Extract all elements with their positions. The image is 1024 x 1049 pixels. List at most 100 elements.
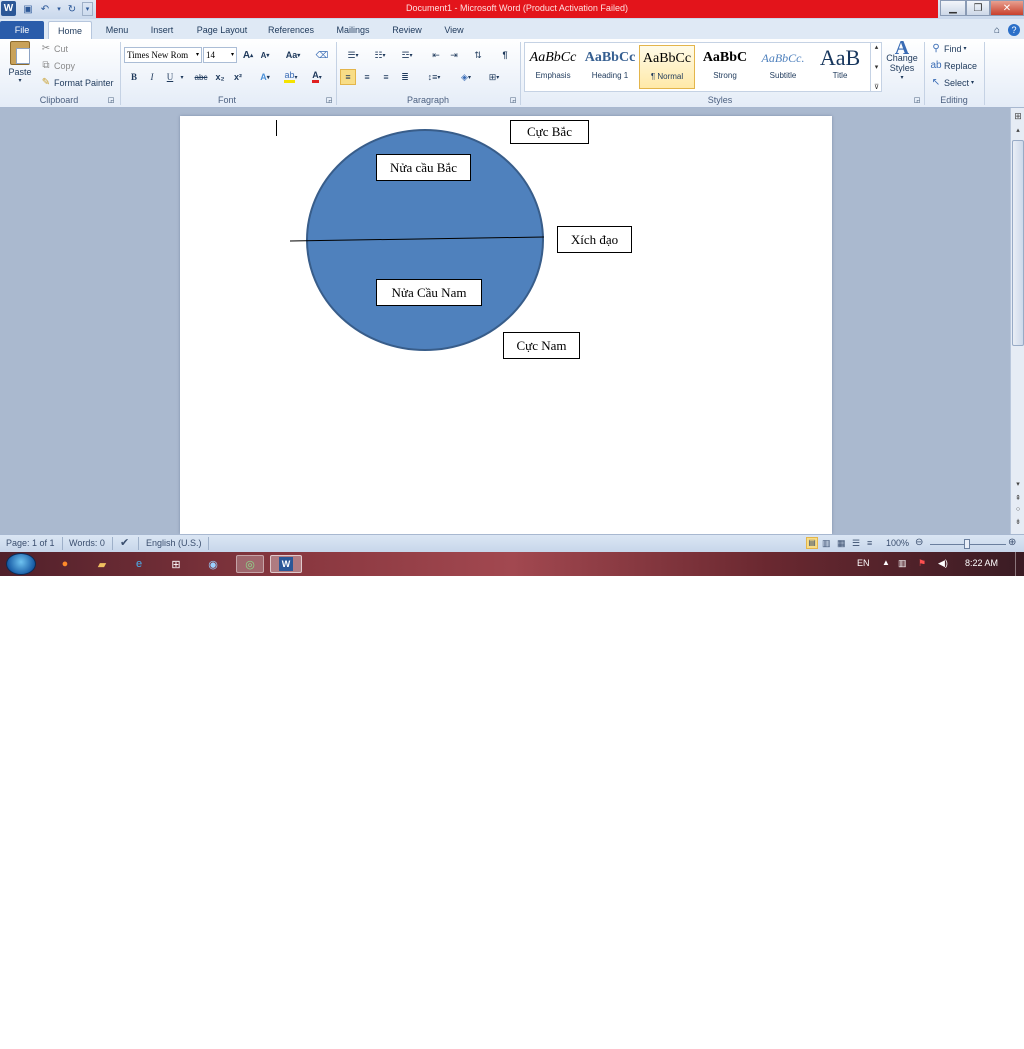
zoom-out-icon[interactable]: ⊖ <box>915 537 923 548</box>
font-name-combo[interactable]: Times New Rom ▾ <box>124 47 202 63</box>
align-left-icon[interactable]: ≡ <box>340 69 356 85</box>
tab-insert[interactable]: Insert <box>142 21 182 39</box>
font-size-combo[interactable]: 14 ▾ <box>203 47 237 63</box>
help-icon[interactable]: ? <box>1006 21 1022 39</box>
style-subtitle[interactable]: AaBbCc. Subtitle <box>755 45 811 89</box>
copy-button[interactable]: ⧉ Copy <box>40 60 75 71</box>
northern-hemisphere-label[interactable]: Nửa cầu Bắc <box>376 154 471 181</box>
restore-button[interactable]: ❐ <box>966 0 990 16</box>
show-desktop-button[interactable] <box>1015 552 1024 576</box>
network-app-icon[interactable]: ⊞ <box>166 555 186 573</box>
minimize-ribbon-icon[interactable]: ⌂ <box>990 21 1004 39</box>
highlight-button[interactable]: ab ▾ <box>280 69 302 85</box>
tab-file[interactable]: File <box>0 21 44 39</box>
full-screen-reading-icon[interactable]: ▥ <box>822 538 831 549</box>
subscript-button[interactable]: x₂ <box>212 69 228 85</box>
italic-button[interactable]: I <box>144 69 160 85</box>
web-layout-icon[interactable]: ▦ <box>837 538 846 549</box>
scroll-up-icon[interactable]: ▴ <box>875 43 879 51</box>
page-count[interactable]: Page: 1 of 1 <box>6 538 55 548</box>
tab-view[interactable]: View <box>436 21 472 39</box>
save-icon[interactable]: ▣ <box>21 2 35 16</box>
justify-icon[interactable]: ≣ <box>397 69 413 85</box>
tab-menu[interactable]: Menu <box>97 21 137 39</box>
north-pole-label[interactable]: Cực Bắc <box>510 120 589 144</box>
shrink-font-button[interactable]: A ▾ <box>257 47 273 63</box>
paragraph-dialog-launcher-icon[interactable]: ◲ <box>508 95 518 105</box>
superscript-button[interactable]: x² <box>230 69 246 85</box>
font-dialog-launcher-icon[interactable]: ◲ <box>324 95 334 105</box>
undo-dropdown-icon[interactable]: ▾ <box>52 2 66 16</box>
styles-dialog-launcher-icon[interactable]: ◲ <box>912 95 922 105</box>
language-indicator[interactable]: English (U.S.) <box>146 538 202 548</box>
find-button[interactable]: ⚲ Find ▾ <box>930 43 966 54</box>
cut-button[interactable]: ✂ Cut <box>40 43 68 54</box>
scroll-down-arrow-icon[interactable]: ▾ <box>1012 480 1024 488</box>
underline-dropdown-icon[interactable]: ▾ <box>177 69 187 85</box>
bullets-button[interactable]: ☰ ▾ <box>341 47 365 63</box>
numbering-button[interactable]: ☷ ▾ <box>368 47 392 63</box>
minimize-button[interactable]: ▁ <box>940 0 966 16</box>
change-styles-button[interactable]: A Change Styles ▾ <box>884 38 920 83</box>
style-strong[interactable]: AaBbC Strong <box>697 45 753 89</box>
customize-qat-icon[interactable]: ▾ <box>82 2 93 16</box>
next-page-icon[interactable]: ⇟ <box>1012 518 1024 526</box>
southern-hemisphere-label[interactable]: Nửa Cầu Nam <box>376 279 482 306</box>
close-button[interactable]: ✕ <box>990 0 1024 16</box>
scroll-up-arrow-icon[interactable]: ▴ <box>1012 126 1024 134</box>
south-pole-label[interactable]: Cực Nam <box>503 332 580 359</box>
clock[interactable]: 8:22 AM <box>965 558 998 568</box>
zoom-level[interactable]: 100% <box>886 538 909 548</box>
underline-button[interactable]: U <box>162 69 178 85</box>
chrome-taskbar-icon[interactable]: ◎ <box>236 555 264 573</box>
increase-indent-icon[interactable]: ⇥ <box>446 47 462 63</box>
style-heading-1[interactable]: AaBbCc Heading 1 <box>582 45 638 89</box>
style-title[interactable]: AaB Title <box>812 45 868 89</box>
draft-view-icon[interactable]: ≡ <box>867 538 872 548</box>
explorer-folder-icon[interactable]: ▰ <box>92 555 112 573</box>
format-painter-button[interactable]: ✎ Format Painter <box>40 77 114 88</box>
text-effects-button[interactable]: A ▾ <box>254 69 276 85</box>
more-styles-icon[interactable]: ⊽ <box>874 83 879 91</box>
borders-button[interactable]: ⊞ ▾ <box>482 69 506 85</box>
select-button[interactable]: ↖ Select ▾ <box>930 77 974 88</box>
scroll-down-icon[interactable]: ▾ <box>875 63 879 71</box>
show-hide-button[interactable]: ¶ <box>497 47 513 63</box>
internet-explorer-icon[interactable]: e <box>129 555 149 573</box>
globe-drawing[interactable] <box>180 116 832 534</box>
firefox-icon[interactable]: ● <box>55 555 75 573</box>
volume-icon[interactable]: ◀) <box>938 558 948 569</box>
word-taskbar-button[interactable]: W <box>270 555 302 573</box>
paste-button[interactable]: Paste ▾ <box>6 41 34 84</box>
styles-gallery-scroll[interactable]: ▴ ▾ ⊽ <box>870 43 882 91</box>
shading-button[interactable]: ◈ ▾ <box>454 69 478 85</box>
undo-icon[interactable]: ↶ <box>38 2 52 16</box>
strikethrough-button[interactable]: abc <box>190 69 212 85</box>
sort-icon[interactable]: ⇅ <box>470 47 486 63</box>
equator-label[interactable]: Xích đạo <box>557 226 632 253</box>
tab-mailings[interactable]: Mailings <box>328 21 378 39</box>
replace-button[interactable]: ab Replace <box>930 60 977 71</box>
redo-icon[interactable]: ↻ <box>65 2 79 16</box>
vertical-scrollbar[interactable]: ⊞ ▴ ▾ ⇞ ○ ⇟ <box>1010 108 1024 534</box>
input-language[interactable]: EN <box>857 558 870 568</box>
word-app-icon[interactable]: W <box>1 1 16 16</box>
outline-view-icon[interactable]: ☰ <box>852 538 860 549</box>
line-spacing-button[interactable]: ↕≡ ▾ <box>422 69 446 85</box>
scroll-thumb[interactable] <box>1012 140 1024 346</box>
change-case-button[interactable]: Aa ▾ <box>282 47 304 63</box>
chat-app-icon[interactable]: ◉ <box>203 555 223 573</box>
bold-button[interactable]: B <box>126 69 142 85</box>
print-layout-view-icon[interactable]: ▤ <box>806 537 818 549</box>
tab-page-layout[interactable]: Page Layout <box>190 21 254 39</box>
decrease-indent-icon[interactable]: ⇤ <box>428 47 444 63</box>
previous-page-icon[interactable]: ⇞ <box>1012 494 1024 502</box>
multilevel-list-button[interactable]: ☲ ▾ <box>395 47 419 63</box>
zoom-slider-thumb[interactable] <box>964 539 970 549</box>
style-normal[interactable]: AaBbCc ¶ Normal <box>639 45 695 89</box>
tab-references[interactable]: References <box>262 21 320 39</box>
style-emphasis[interactable]: AaBbCc Emphasis <box>525 45 581 89</box>
tab-home[interactable]: Home <box>48 21 92 39</box>
clipboard-dialog-launcher-icon[interactable]: ◲ <box>106 95 116 105</box>
grow-font-button[interactable]: A ▴ <box>240 47 256 63</box>
